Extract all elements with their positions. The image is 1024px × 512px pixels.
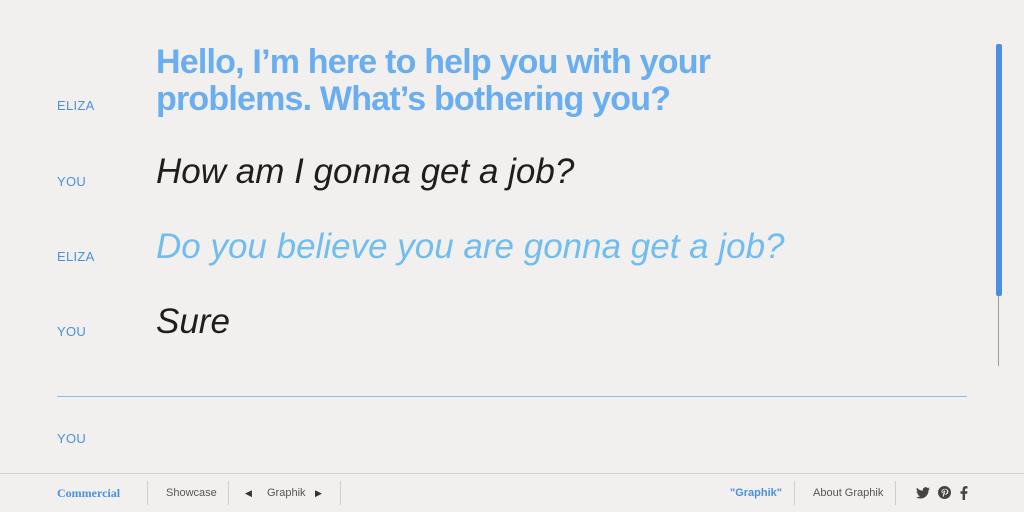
divider <box>895 481 896 505</box>
about-link[interactable]: About Graphik <box>813 474 883 512</box>
divider <box>228 481 229 505</box>
speaker-label: ELIZA <box>57 249 95 264</box>
chat-area: ELIZA Hello, I’m here to help you with y… <box>0 0 1024 470</box>
speaker-label: YOU <box>57 324 87 339</box>
speaker-label: ELIZA <box>57 98 95 113</box>
chat-input[interactable] <box>156 420 960 458</box>
facebook-icon[interactable] <box>960 486 968 500</box>
input-speaker-label: YOU <box>57 431 87 446</box>
speaker-label: YOU <box>57 174 87 189</box>
next-arrow-icon[interactable]: ▶ <box>315 474 322 512</box>
divider <box>340 481 341 505</box>
scrollbar-thumb[interactable] <box>996 44 1002 296</box>
eliza-message: Do you believe you are gonna get a job? <box>156 227 785 266</box>
user-message: How am I gonna get a job? <box>156 152 575 191</box>
showcase-link[interactable]: Showcase <box>166 474 217 512</box>
twitter-icon[interactable] <box>916 487 930 501</box>
input-divider <box>57 396 967 397</box>
current-typeface-label[interactable]: "Graphik" <box>730 474 782 512</box>
pinterest-icon[interactable] <box>938 486 951 500</box>
footer-bar: Commercial Showcase ◀ Graphik ▶ "Graphik… <box>0 473 1024 512</box>
brand-link[interactable]: Commercial <box>57 474 120 512</box>
user-message: Sure <box>156 302 230 341</box>
divider <box>147 481 148 505</box>
eliza-message: Hello, I’m here to help you with your pr… <box>156 43 711 118</box>
typeface-link[interactable]: Graphik <box>267 474 306 512</box>
divider <box>794 481 795 505</box>
prev-arrow-icon[interactable]: ◀ <box>245 474 252 512</box>
